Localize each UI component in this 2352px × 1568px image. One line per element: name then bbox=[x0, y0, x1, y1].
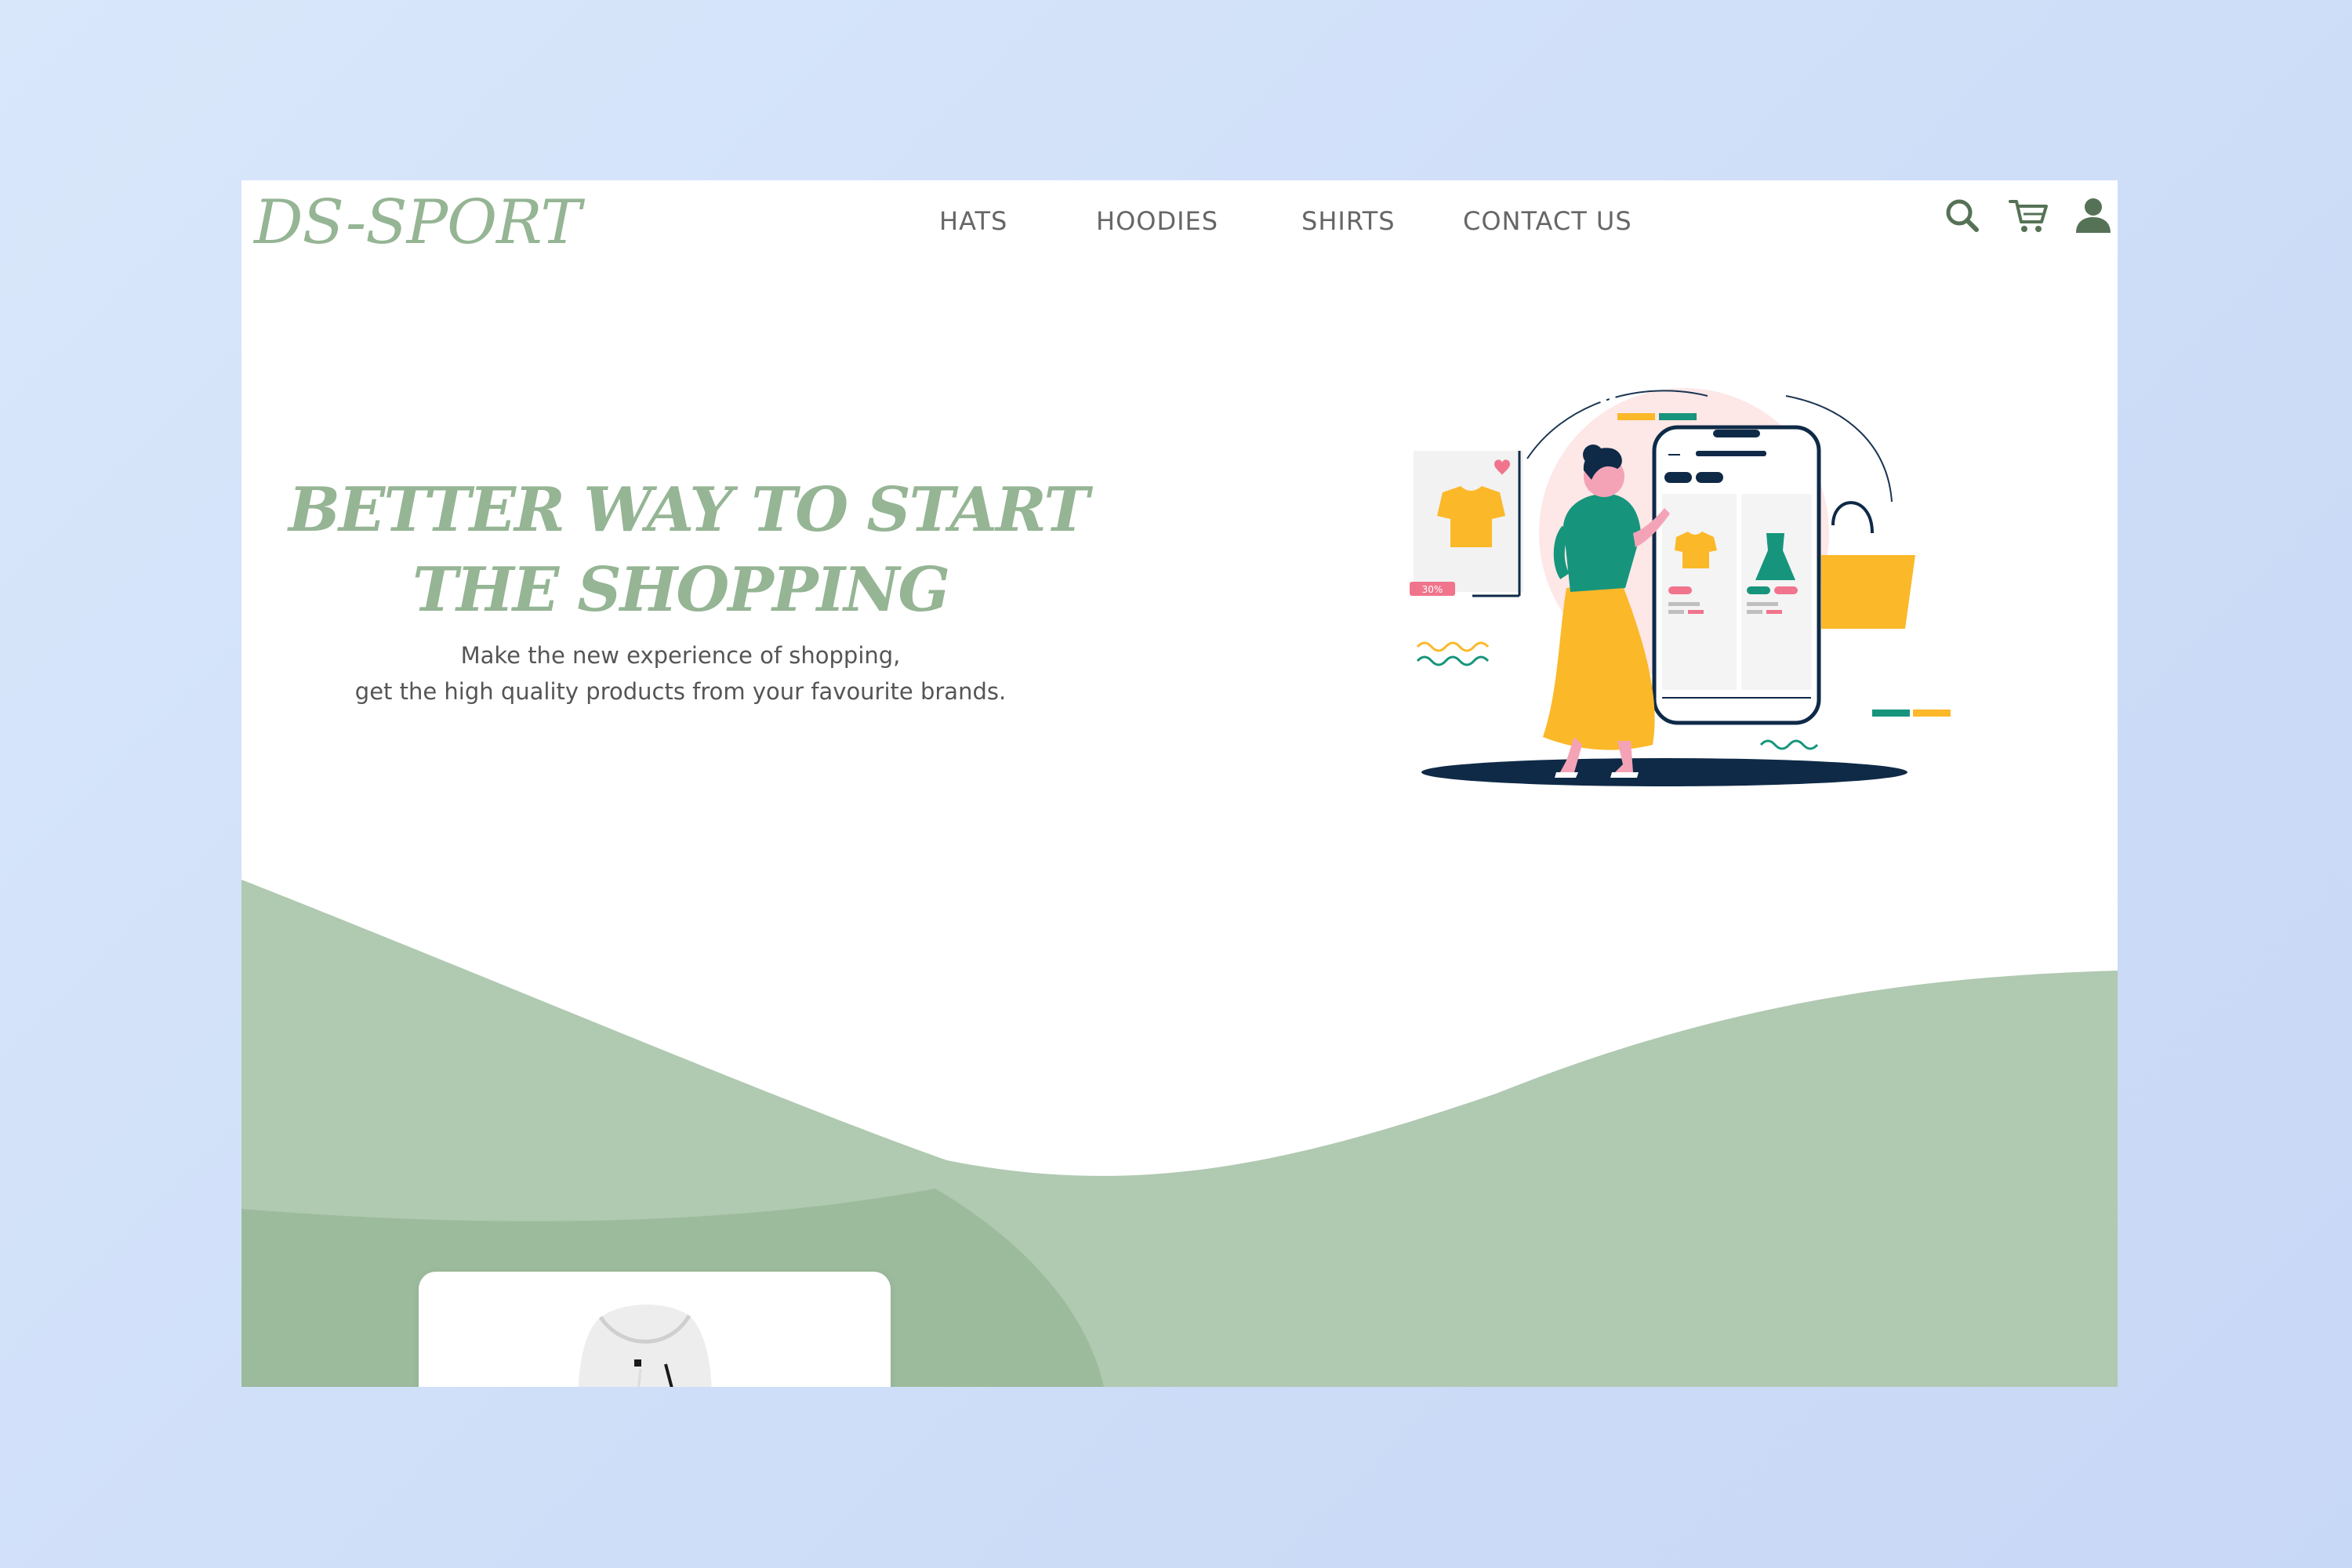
cart-button[interactable] bbox=[2007, 194, 2051, 238]
nav-item-shirts[interactable]: SHIRTS bbox=[1301, 198, 1396, 245]
search-button[interactable] bbox=[1940, 194, 1984, 238]
hero-subtitle: Make the new experience of shopping, get… bbox=[289, 637, 1073, 710]
nav-item-hats[interactable]: HATS bbox=[939, 198, 1007, 245]
nav-item-hoodies[interactable]: HOODIES bbox=[1096, 198, 1218, 245]
hero-title: BETTER WAY TO START THE SHOPPING bbox=[289, 470, 1089, 630]
user-icon bbox=[2076, 198, 2111, 233]
browser-page: DS-SPORT HATS HOODIES SHIRTS CONTACT US bbox=[241, 180, 2118, 1387]
hero-subtitle-line-2: get the high quality products from your … bbox=[354, 678, 1007, 705]
ground-shadow bbox=[1421, 758, 1907, 786]
hero-title-line-2: THE SHOPPING bbox=[412, 554, 950, 626]
nav-item-contact-us[interactable]: CONTACT US bbox=[1463, 198, 1632, 245]
shopping-bag-icon bbox=[1821, 555, 1915, 629]
search-icon bbox=[1946, 199, 1979, 232]
svg-text:30%: 30% bbox=[1422, 584, 1443, 595]
cart-icon bbox=[2009, 200, 2048, 232]
hero-title-line-1: BETTER WAY TO START bbox=[289, 474, 1089, 546]
main-nav: HATS HOODIES SHIRTS CONTACT US bbox=[241, 198, 2118, 245]
product-card[interactable] bbox=[419, 1272, 891, 1387]
site-header: DS-SPORT HATS HOODIES SHIRTS CONTACT US bbox=[241, 180, 2118, 267]
hero-subtitle-line-1: Make the new experience of shopping, bbox=[460, 642, 901, 669]
hoodie-image bbox=[578, 1305, 712, 1387]
user-account-button[interactable] bbox=[2071, 194, 2115, 238]
shopping-illustration: 30% bbox=[1410, 388, 1951, 786]
